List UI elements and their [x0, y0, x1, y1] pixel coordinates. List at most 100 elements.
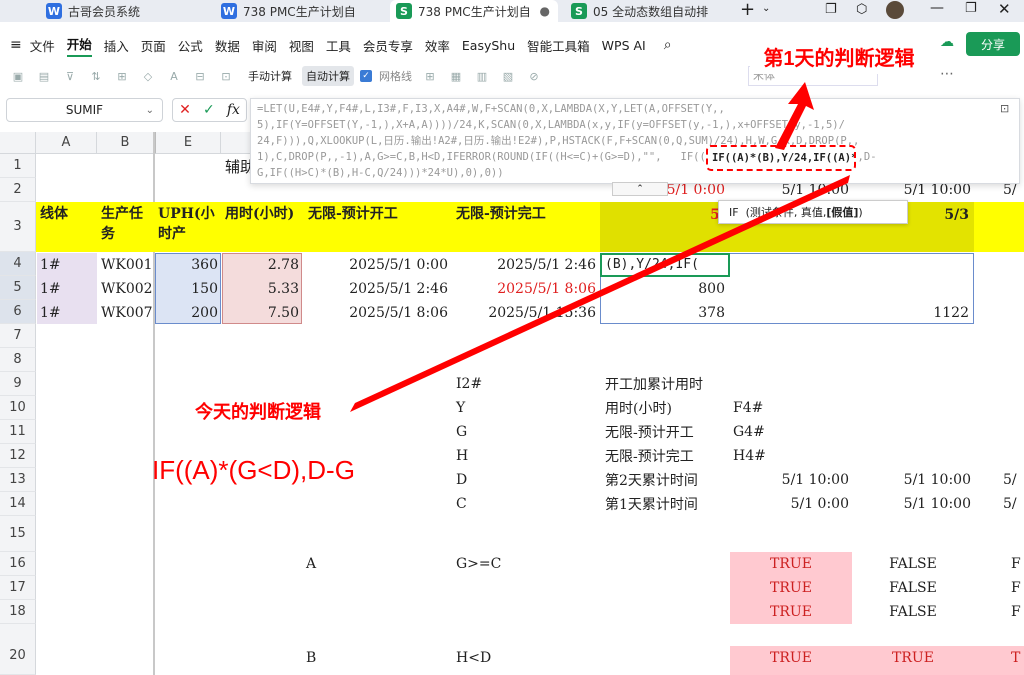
menu-member[interactable]: 会员专享 [363, 36, 413, 55]
cell-i14[interactable]: 第1天累计时间 [602, 492, 730, 516]
cell-l18[interactable]: F [1008, 600, 1024, 624]
paste-icon[interactable]: ▤ [36, 68, 52, 84]
cell-k18[interactable]: FALSE [852, 600, 974, 624]
row-header[interactable]: 14 [0, 492, 36, 516]
hamburger-icon[interactable]: ≡ [10, 37, 22, 53]
cell-g20[interactable]: B [303, 646, 363, 670]
row-header[interactable]: 1 [0, 154, 36, 178]
cell-k17[interactable]: FALSE [852, 576, 974, 600]
maximize-icon[interactable]: ❐ [965, 1, 977, 16]
tab-pmc-writer[interactable]: W 738 PMC生产计划自 [215, 0, 385, 22]
sort-icon[interactable]: ⇅ [88, 68, 104, 84]
cell-k14[interactable]: 5/1 10:00 [852, 492, 974, 516]
sheet-icon[interactable]: ▧ [500, 68, 516, 84]
cell-h6[interactable]: 2025/5/1 15:36 [451, 301, 599, 324]
menu-page[interactable]: 页面 [141, 36, 166, 55]
cell-h9[interactable]: I2# [453, 372, 599, 396]
cell-h20[interactable]: H<D [453, 646, 553, 670]
cell-j20[interactable]: TRUE [730, 646, 852, 670]
cell-h12[interactable]: H [453, 444, 599, 468]
cell-l16[interactable]: F [1008, 552, 1024, 576]
font-color-icon[interactable]: A [166, 68, 182, 84]
tab-dynamic-array[interactable]: S 05 全动态数组自动排 [565, 0, 735, 22]
avatar[interactable] [886, 1, 904, 19]
border-icon[interactable]: ⊞ [114, 68, 130, 84]
row-header[interactable]: 18 [0, 600, 36, 624]
menu-file[interactable]: 文件 [30, 36, 55, 55]
filter-icon[interactable]: ⊽ [62, 68, 78, 84]
auto-calc-button[interactable]: 自动计算 [302, 66, 354, 86]
header-start[interactable]: 无限-预计开工 [305, 202, 451, 252]
row-header[interactable]: 4 [0, 252, 36, 276]
row-header-19[interactable] [0, 624, 36, 636]
cell-k6[interactable]: 1122 [852, 301, 972, 324]
wrap-icon[interactable]: ⊡ [218, 68, 234, 84]
menu-formula[interactable]: 公式 [178, 36, 203, 55]
header-end[interactable]: 无限-预计完工 [453, 202, 599, 252]
row-header[interactable]: 17 [0, 576, 36, 600]
clear-icon[interactable]: ⊘ [526, 68, 542, 84]
cell-b5[interactable]: WK002 [98, 277, 154, 300]
row-header[interactable]: 2 [0, 178, 36, 202]
cancel-icon[interactable]: ✕ [179, 102, 191, 118]
row-header[interactable]: 13 [0, 468, 36, 492]
cell-a5[interactable]: 1# [37, 277, 97, 300]
row-header[interactable]: 11 [0, 420, 36, 444]
fx-icon[interactable]: fx [227, 102, 240, 118]
cell-k16[interactable]: FALSE [852, 552, 974, 576]
menu-home[interactable]: 开始 [66, 34, 92, 57]
row-header[interactable]: 20 [0, 636, 36, 675]
header-task[interactable]: 生产任务 [98, 202, 152, 252]
cell-k13[interactable]: 5/1 10:00 [852, 468, 974, 492]
header-hours[interactable]: 用时(小时) [222, 202, 302, 252]
cell-e4[interactable]: 360 [155, 253, 221, 276]
cell-j17[interactable]: TRUE [730, 576, 852, 600]
row-header[interactable]: 12 [0, 444, 36, 468]
cell-h14[interactable]: C [453, 492, 599, 516]
cell-e5[interactable]: 150 [155, 277, 221, 300]
header-k[interactable]: 5/3 [900, 202, 972, 228]
confirm-icon[interactable]: ✓ [203, 102, 215, 118]
cell-h5[interactable]: 2025/5/1 8:06 [451, 277, 599, 300]
cell-j16[interactable]: TRUE [730, 552, 852, 576]
cell-a4[interactable]: 1# [37, 253, 97, 276]
cell-i10[interactable]: 用时(小时) [602, 396, 730, 420]
menu-smart-toolbox[interactable]: 智能工具箱 [527, 36, 590, 55]
fill-color-icon[interactable]: ◇ [140, 68, 156, 84]
search-icon[interactable]: ⌕ [664, 37, 672, 53]
menu-easyshu[interactable]: EasyShu [462, 38, 515, 53]
name-box[interactable]: SUMIF ⌄ [6, 98, 163, 122]
close-icon[interactable]: ● [540, 4, 550, 18]
format-painter-icon[interactable]: ▣ [10, 68, 26, 84]
expand-formula-icon[interactable]: ⊡ [1000, 102, 1009, 115]
table-icon[interactable]: ▥ [474, 68, 490, 84]
cell-b4[interactable]: WK001 [98, 253, 154, 276]
cell-i13[interactable]: 第2天累计时间 [602, 468, 730, 492]
row-header[interactable]: 10 [0, 396, 36, 420]
cell-j14[interactable]: 5/1 0:00 [730, 492, 852, 516]
formula-input[interactable]: =LET(U,E4#,Y,F4#,L,I3#,F,I3,X,A4#,W,F+SC… [250, 98, 1020, 184]
cell-f5[interactable]: 5.33 [222, 277, 302, 300]
row-header[interactable]: 7 [0, 324, 36, 348]
cell-f6[interactable]: 7.50 [222, 301, 302, 324]
collapse-formula-button[interactable]: ⌃ [612, 182, 668, 196]
minimize-icon[interactable]: — [930, 0, 944, 16]
col-header-e[interactable]: E [154, 132, 221, 154]
cell-i11[interactable]: 无限-预计开工 [602, 420, 730, 444]
cube-icon[interactable]: ⬡ [856, 2, 867, 17]
cell-k20[interactable]: TRUE [852, 646, 974, 670]
cell-b6[interactable]: WK007 [98, 301, 154, 324]
cell-j10[interactable]: F4# [730, 396, 790, 420]
window-icon[interactable]: ❐ [825, 2, 837, 17]
chevron-down-icon[interactable]: ⌄ [762, 3, 770, 14]
cell-i9[interactable]: 开工加累计用时 [602, 372, 802, 396]
menu-wps-ai[interactable]: WPS AI [602, 38, 646, 53]
cell-i5[interactable]: 800 [602, 277, 728, 300]
tab-member-system[interactable]: W 古哥会员系统 [40, 0, 210, 22]
col-header-a[interactable]: A [36, 132, 97, 154]
cell-j11[interactable]: G4# [730, 420, 790, 444]
more-icon[interactable]: ⋯ [940, 66, 954, 82]
menu-efficiency[interactable]: 效率 [425, 36, 450, 55]
cell-h10[interactable]: Y [453, 396, 599, 420]
cell-h13[interactable]: D [453, 468, 599, 492]
